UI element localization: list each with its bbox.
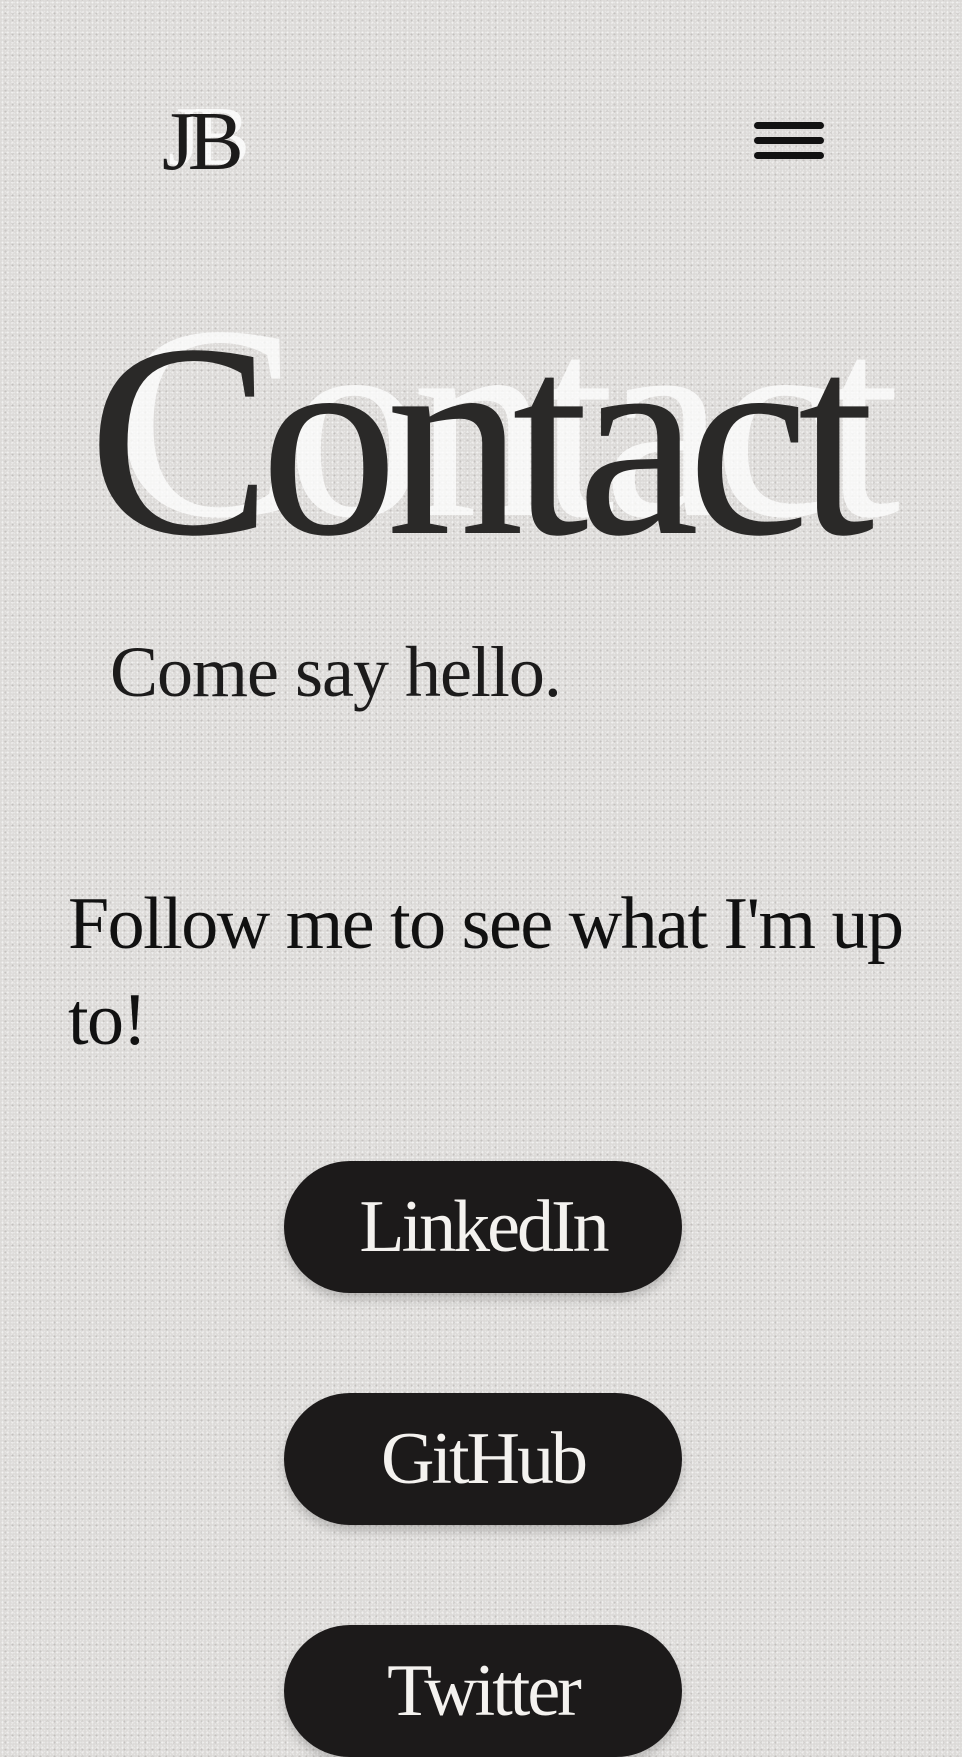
page-subtitle: Come say hello. [110, 632, 562, 712]
hamburger-menu-icon[interactable] [748, 112, 828, 174]
menu-bar-bottom [754, 152, 824, 159]
linkedin-button[interactable]: LinkedIn [284, 1161, 682, 1293]
menu-bar-middle [754, 137, 824, 144]
site-logo[interactable]: JB [162, 100, 244, 184]
twitter-button[interactable]: Twitter [284, 1625, 682, 1757]
menu-bar-top [754, 122, 824, 129]
follow-text: Follow me to see what I'm up to! [68, 883, 904, 1061]
github-button[interactable]: GitHub [284, 1393, 682, 1525]
page-title: Contact [88, 287, 874, 593]
